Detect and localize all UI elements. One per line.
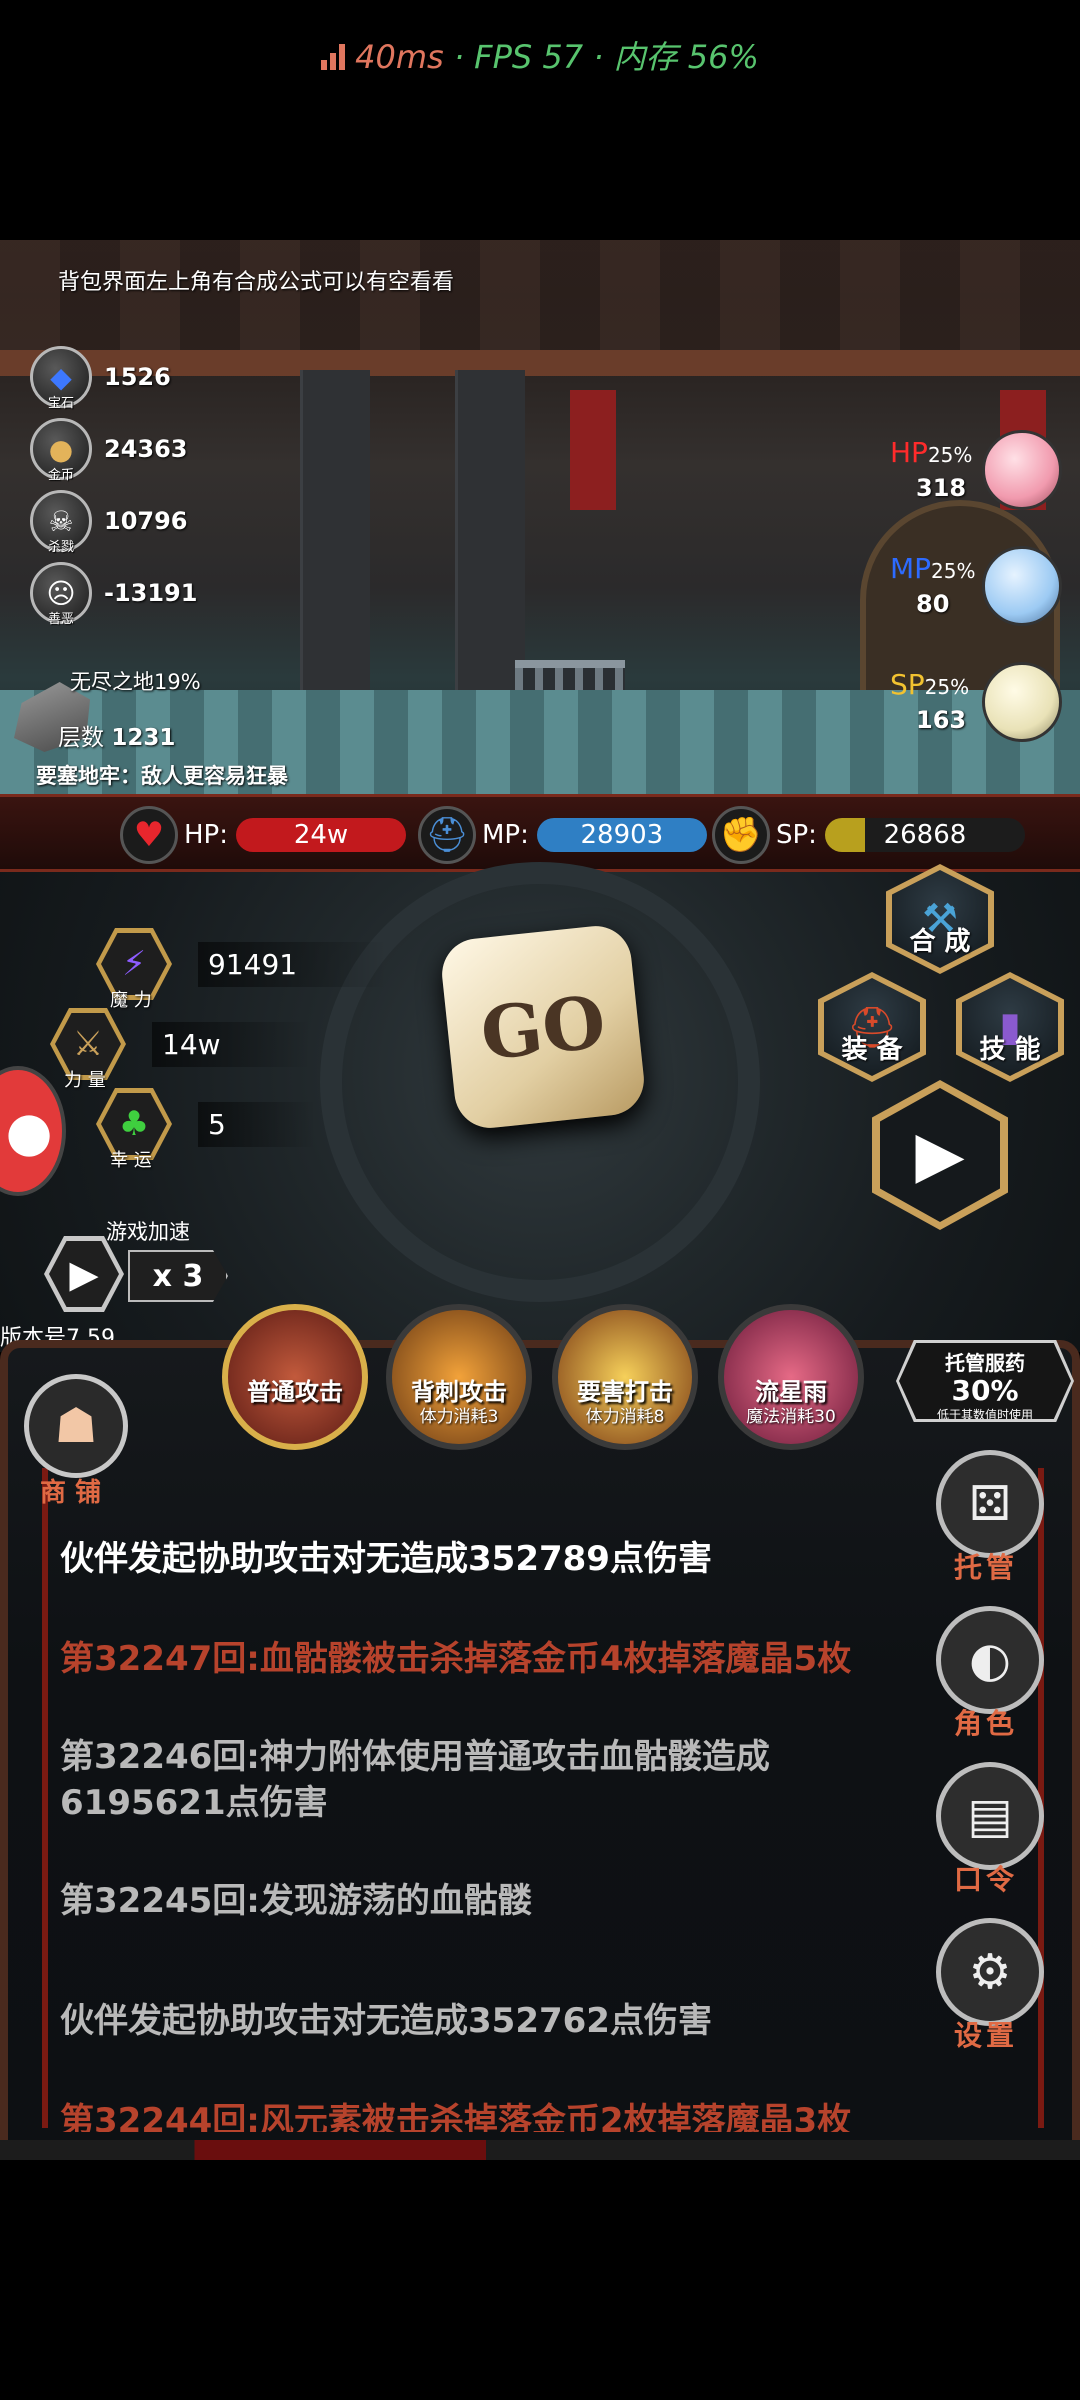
gear-icon: ⚙: [936, 1918, 1044, 2026]
game-speed-button[interactable]: ▶ x 3: [44, 1232, 234, 1318]
mp-potion-flask-icon: [982, 546, 1062, 626]
latency-text: 40ms: [355, 38, 444, 76]
hooded-figure-icon: ◐: [936, 1606, 1044, 1714]
skill-normal-attack[interactable]: 普通攻击: [222, 1304, 368, 1450]
mp-stat: ⛑ MP: 28903: [418, 806, 707, 864]
log-entry: 第32244回:风元素被击杀掉落金币2枚掉落魔晶3枚: [60, 2101, 852, 2132]
hp-potion-flask-icon: [982, 430, 1062, 510]
log-entry: 第32246回:神力附体使用普通攻击血骷髅造成6195621点伤害: [60, 1737, 770, 1823]
sp-potion[interactable]: SP25% 163: [880, 660, 1070, 752]
evil-mask-icon: ☹ 善恶: [30, 562, 92, 627]
skill-vital-strike[interactable]: 要害打击 体力消耗8: [552, 1304, 698, 1450]
play-icon: ▶: [49, 1241, 119, 1307]
start-play-button[interactable]: ▶: [872, 1080, 1008, 1230]
craft-button[interactable]: ⚒ 合 成: [886, 864, 994, 974]
passcode-button[interactable]: ▤ 口令: [936, 1762, 1048, 1902]
auto-potion-threshold[interactable]: 托管服药 30% 低于其数值时使用: [896, 1340, 1074, 1422]
skill-button[interactable]: ▮ 技 能: [956, 972, 1064, 1082]
roll-dice-button[interactable]: GO: [438, 922, 648, 1132]
settings-button[interactable]: ⚙ 设置: [936, 1918, 1048, 2058]
heart-icon: ♥: [120, 806, 178, 864]
shopkeeper-icon: ☗: [24, 1374, 128, 1478]
hp-potion[interactable]: HP25% 318: [880, 428, 1070, 520]
muscle-icon: ✊: [712, 806, 770, 864]
attr-magic: ⚡ 魔 力 91491: [96, 924, 388, 1011]
navigation-bar-area: [0, 2160, 1080, 2400]
log-entry: 伙伴发起协助攻击对无造成352762点伤害: [60, 2001, 712, 2041]
resource-gold: ● 金币 24363: [30, 418, 188, 483]
sp-potion-flask-icon: [982, 662, 1062, 742]
skill-meteor-shower[interactable]: 流星雨 魔法消耗30: [718, 1304, 864, 1450]
sp-stat: ✊ SP: 26868: [712, 806, 1025, 864]
performance-overlay: 40ms · FPS 57 · 内存 56%: [0, 32, 1080, 78]
gem-icon: ◆ 宝石: [30, 346, 92, 411]
resource-karma: ☹ 善恶 -13191: [30, 562, 197, 627]
helmet-icon: ⛑: [418, 806, 476, 864]
dungeon-progress[interactable]: 无尽之地19% 层数 1231: [14, 650, 204, 760]
hint-text: 背包界面左上角有合成公式可以有空看看: [58, 270, 455, 295]
character-button[interactable]: ◐ 角色: [936, 1606, 1048, 1746]
player-stat-bar: ♥ HP: 24w ⛑ MP: 28903 ✊ SP: 26868: [0, 794, 1080, 872]
equip-button[interactable]: ⛑ 装 备: [818, 972, 926, 1082]
scroll-icon: ▤: [936, 1762, 1044, 1870]
signal-icon: [321, 44, 347, 70]
status-bar: 40ms · FPS 57 · 内存 56%: [0, 0, 1080, 240]
dice-icon: ⚄: [936, 1450, 1044, 1558]
log-entry: 第32247回:血骷髅被击杀掉落金币4枚掉落魔晶5枚: [60, 1639, 852, 1679]
attr-luck: ♣ 幸 运 5: [96, 1084, 316, 1171]
shop-button[interactable]: ☗ 商 铺: [24, 1374, 134, 1508]
panel-bottom-strip: [0, 2140, 1080, 2160]
skull-icon: ☠ 杀戮: [30, 490, 92, 555]
hp-stat: ♥ HP: 24w: [120, 806, 406, 864]
resource-kills: ☠ 杀戮 10796: [30, 490, 188, 555]
log-entry: 伙伴发起协助攻击对无造成352789点伤害: [60, 1539, 712, 1579]
mp-potion[interactable]: MP25% 80: [880, 544, 1070, 636]
resource-gem: ◆ 宝石 1526: [30, 346, 171, 411]
dungeon-buff-text: 要塞地牢：敌人更容易狂暴: [36, 764, 288, 788]
auto-manage-button[interactable]: ⚄ 托管: [936, 1450, 1048, 1590]
log-entry: 第32245回:发现游荡的血骷髅: [60, 1881, 532, 1921]
attr-strength: ⚔ 力 量 14w: [50, 1004, 311, 1091]
person-icon: ●: [5, 1099, 53, 1163]
fps-memory-text: · FPS 57 · 内存 56%: [453, 38, 759, 76]
skill-backstab[interactable]: 背刺攻击 体力消耗3: [386, 1304, 532, 1450]
gold-coin-icon: ● 金币: [30, 418, 92, 483]
